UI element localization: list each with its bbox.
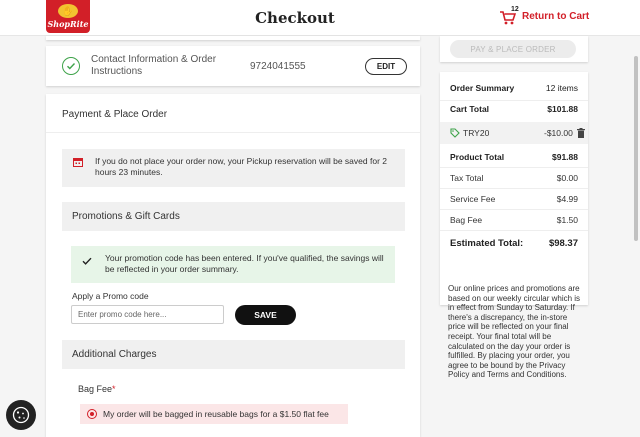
cookie-settings-button[interactable] — [6, 400, 36, 430]
estimated-total-row: Estimated Total: $98.37 — [450, 238, 578, 249]
payment-section-title: Payment & Place Order — [62, 109, 168, 120]
contact-info-card: Contact Information & Order Instructions… — [46, 46, 420, 86]
tax-label: Tax Total — [450, 173, 484, 183]
bag-fee-summary-label: Bag Fee — [450, 215, 483, 225]
page-scrollbar[interactable] — [632, 36, 640, 437]
return-to-cart-link[interactable]: 12 Return to Cart — [500, 6, 590, 25]
promo-discount-value: -$10.00 — [544, 128, 573, 138]
header-bar: ✋ ShopRite Checkout 12 Return to Cart — [0, 0, 640, 36]
edit-button[interactable]: EDIT — [365, 58, 407, 75]
pricing-disclaimer: Our online prices and promotions are bas… — [448, 284, 581, 380]
bag-fee-option[interactable]: My order will be bagged in reusable bags… — [80, 404, 348, 424]
checkout-main-column: Contact Information & Order Instructions… — [46, 36, 420, 437]
place-order-card: PAY & PLACE ORDER — [440, 36, 588, 62]
service-fee-value: $4.99 — [556, 194, 578, 204]
bag-fee-label-text: Bag Fee — [78, 384, 113, 394]
bag-fee-summary-value: $1.50 — [556, 215, 578, 225]
notice-text: If you do not place your order now, your… — [95, 156, 387, 177]
save-promo-button[interactable]: SAVE — [235, 305, 296, 325]
contact-phone: 9724041555 — [250, 61, 306, 72]
bag-option-text: My order will be bagged in reusable bags… — [103, 409, 329, 419]
pay-place-order-button[interactable]: PAY & PLACE ORDER — [450, 40, 576, 58]
checkmark-icon — [82, 257, 92, 265]
item-count: 12 items — [545, 83, 578, 93]
calendar-icon — [73, 158, 83, 167]
cart-total-label: Cart Total — [450, 104, 490, 114]
divider — [440, 230, 588, 231]
service-fee-row: Service Fee $4.99 — [450, 194, 578, 204]
scrollbar-thumb[interactable] — [634, 56, 638, 241]
cart-total-value: $101.88 — [547, 104, 578, 114]
divider — [440, 100, 588, 101]
promotions-section-header: Promotions & Gift Cards — [62, 202, 405, 231]
product-total-row: Product Total $91.88 — [450, 152, 578, 162]
order-summary-card: Order Summary 12 items Cart Total $101.8… — [440, 72, 588, 305]
product-total-value: $91.88 — [552, 152, 578, 162]
radio-button-selected[interactable] — [87, 409, 97, 419]
service-fee-label: Service Fee — [450, 194, 496, 204]
tax-value: $0.00 — [556, 173, 578, 183]
order-summary-header: Order Summary 12 items — [450, 83, 578, 93]
promo-code-text: TRY20 — [463, 128, 490, 138]
promo-success-text: Your promotion code has been entered. If… — [105, 253, 384, 274]
divider — [46, 132, 420, 133]
tax-row: Tax Total $0.00 — [450, 173, 578, 183]
contact-info-label: Contact Information & Order Instructions — [91, 54, 217, 77]
estimated-total-label: Estimated Total: — [450, 238, 524, 249]
estimated-total-value: $98.37 — [548, 238, 578, 249]
order-summary-title: Order Summary — [450, 83, 515, 93]
additional-charges-header: Additional Charges — [62, 340, 405, 369]
previous-card-edge — [46, 36, 420, 40]
applied-promo-row: TRY20 -$10.00 — [440, 122, 588, 144]
cart-total-row: Cart Total $101.88 — [450, 104, 578, 114]
required-marker: * — [112, 384, 116, 394]
trash-icon[interactable] — [577, 128, 585, 138]
promo-code-input[interactable] — [71, 305, 224, 324]
return-to-cart-label: Return to Cart — [522, 10, 590, 22]
tag-icon — [450, 128, 460, 138]
check-circle-icon — [62, 57, 80, 75]
divider — [440, 209, 588, 210]
cart-count-badge: 12 — [511, 6, 519, 13]
pickup-reservation-notice: If you do not place your order now, your… — [62, 149, 405, 187]
bag-fee-row: Bag Fee $1.50 — [450, 215, 578, 225]
promo-code-label: Apply a Promo code — [72, 291, 149, 301]
cookie-icon — [12, 406, 30, 424]
bag-fee-label: Bag Fee* — [78, 384, 116, 394]
divider — [440, 167, 588, 168]
promo-success-message: Your promotion code has been entered. If… — [71, 246, 395, 283]
payment-card: Payment & Place Order If you do not plac… — [46, 94, 420, 437]
divider — [440, 188, 588, 189]
product-total-label: Product Total — [450, 152, 505, 162]
cart-icon: 12 — [500, 6, 519, 25]
